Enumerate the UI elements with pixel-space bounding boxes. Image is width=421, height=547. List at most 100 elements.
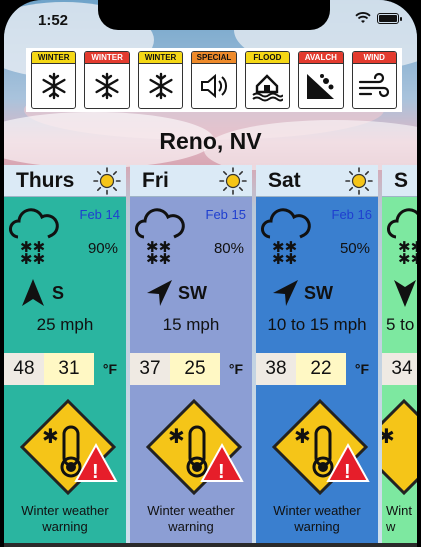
day-name: S xyxy=(394,168,409,192)
wind-arrow-icon xyxy=(147,280,172,306)
temperature-row: 38 22 °F xyxy=(256,353,378,385)
snowflake-icon xyxy=(148,72,173,100)
temp-low: 25 xyxy=(170,353,220,385)
warning-text: Winter weather warning xyxy=(256,503,378,535)
cloud-snow-icon: ✱✱✱✱ xyxy=(387,208,417,265)
svg-text:!: ! xyxy=(218,461,225,483)
wind-icon xyxy=(359,72,390,98)
wind-speed: 5 to xyxy=(386,315,415,334)
app-screen: 1:52 WINTER WINTER WINTER SPECIAL FLOOD xyxy=(4,0,417,547)
day-column-thurs[interactable]: Thurs ✱✱ ✱✱ Feb 14 90% S 25 mph 48 31 °F … xyxy=(4,165,126,547)
precip-chance: 80% xyxy=(213,240,244,257)
warning-line-2: warning xyxy=(42,519,88,534)
day-body: ✱✱ ✱✱ Feb 16 50% SW 10 to 15 mph 38 22 °F… xyxy=(256,197,378,547)
alert-avalanche[interactable]: AVALCH xyxy=(298,51,344,109)
day-body: ✱✱ ✱✱ Feb 14 90% S 25 mph 48 31 °F ✱ ! W… xyxy=(4,197,126,547)
temp-low: 31 xyxy=(44,353,94,385)
winter-warning-icon[interactable]: ✱ xyxy=(382,397,417,497)
day-column-partial[interactable]: S ✱✱ ✱✱ 5 to 34 ✱ Wint w xyxy=(382,165,417,547)
temp-unit: °F xyxy=(102,361,118,377)
cloud-snow-icon: ✱✱✱✱ xyxy=(135,208,185,265)
precip-chance: 90% xyxy=(87,240,118,257)
day-name: Sat xyxy=(268,168,301,192)
forecast-date: Feb 15 xyxy=(205,207,246,222)
day-name: Thurs xyxy=(16,168,75,192)
wifi-icon xyxy=(355,12,371,23)
wind-speed: 25 mph xyxy=(36,315,94,334)
wind-arrow-icon xyxy=(22,279,44,306)
alert-winter-1[interactable]: WINTER xyxy=(31,51,77,109)
wind-speed: 15 mph xyxy=(162,315,220,334)
svg-text:✱: ✱ xyxy=(382,426,395,448)
alert-winter-2[interactable]: WINTER xyxy=(84,51,130,109)
alert-label: WINTER xyxy=(85,52,129,64)
temp-unit: °F xyxy=(228,361,244,377)
cloud-snow-icon: ✱✱✱✱ xyxy=(261,208,311,265)
warning-line-2: warning xyxy=(294,519,340,534)
cloud-snow-icon: ✱✱✱✱ xyxy=(9,208,59,265)
status-time: 1:52 xyxy=(38,12,69,29)
wind-arrow-icon xyxy=(394,280,416,307)
alert-wind[interactable]: WIND xyxy=(351,51,397,109)
warning-line-2: w xyxy=(386,519,396,534)
bottom-divider xyxy=(4,543,417,547)
day-column-fri[interactable]: Fri ✱✱ ✱✱ Feb 15 80% SW 15 mph 37 25 °F ✱ xyxy=(130,165,252,547)
temp-high: 38 xyxy=(256,353,296,385)
forecast-date: Feb 14 xyxy=(79,207,120,222)
device-notch xyxy=(98,0,330,30)
city-title: Reno, NV xyxy=(159,128,262,154)
temp-high: 48 xyxy=(4,353,44,385)
svg-text:✱✱: ✱✱ xyxy=(146,251,171,265)
day-header: Fri xyxy=(130,165,252,197)
alert-winter-3[interactable]: WINTER xyxy=(137,51,184,109)
warning-line-2: warning xyxy=(168,519,214,534)
svg-text:!: ! xyxy=(344,461,351,483)
status-icons xyxy=(355,12,402,24)
sun-icon xyxy=(93,166,121,195)
snowflake-icon xyxy=(95,72,119,100)
warning-line-1: Wint xyxy=(386,503,412,518)
svg-text:✱✱: ✱✱ xyxy=(272,251,297,265)
snowflake-icon xyxy=(42,72,66,100)
forecast-row[interactable]: Thurs ✱✱ ✱✱ Feb 14 90% S 25 mph 48 31 °F … xyxy=(4,165,417,547)
temperature-row: 48 31 °F xyxy=(4,353,126,385)
speaker-icon xyxy=(200,73,228,99)
warning-line-1: Winter weather xyxy=(273,503,361,518)
warning-line-1: Winter weather xyxy=(147,503,235,518)
warning-text: Winter weather warning xyxy=(130,503,252,535)
warning-line-1: Winter weather xyxy=(21,503,109,518)
wind-arrow-icon xyxy=(273,280,298,306)
temp-low: 22 xyxy=(296,353,346,385)
day-header: Thurs xyxy=(4,165,126,197)
wind-direction: SW xyxy=(304,283,333,303)
forecast-date: Feb 16 xyxy=(331,207,372,222)
sun-icon xyxy=(345,166,373,195)
alert-label: AVALCH xyxy=(299,52,343,64)
warning-text: Wint w xyxy=(382,503,417,535)
temperature-row: 34 xyxy=(382,353,417,385)
flood-house-icon xyxy=(252,74,284,102)
day-name: Fri xyxy=(142,168,169,192)
battery-icon xyxy=(377,12,402,24)
svg-text:✱: ✱ xyxy=(42,426,59,448)
temp-high: 37 xyxy=(130,353,170,385)
avalanche-icon xyxy=(306,74,334,99)
alert-special[interactable]: SPECIAL xyxy=(191,51,237,109)
svg-text:✱✱: ✱✱ xyxy=(398,251,417,265)
wind-direction: S xyxy=(52,283,65,303)
svg-text:✱✱: ✱✱ xyxy=(20,251,45,265)
alert-label: SPECIAL xyxy=(192,52,236,64)
svg-text:!: ! xyxy=(92,461,99,483)
wind-speed: 10 to 15 mph xyxy=(267,315,367,334)
winter-warning-icon[interactable]: ✱ ! xyxy=(16,397,120,497)
winter-warning-icon[interactable]: ✱ ! xyxy=(268,397,372,497)
svg-text:✱: ✱ xyxy=(168,426,185,448)
winter-warning-icon[interactable]: ✱ ! xyxy=(142,397,246,497)
day-header: S xyxy=(382,165,417,197)
alert-label: FLOOD xyxy=(245,52,290,64)
alert-label: WIND xyxy=(352,52,396,64)
precip-chance: 50% xyxy=(339,240,370,257)
day-header: Sat xyxy=(256,165,378,197)
alert-flood[interactable]: FLOOD xyxy=(244,51,291,109)
day-column-sat[interactable]: Sat ✱✱ ✱✱ Feb 16 50% SW 10 to 15 mph 38 2… xyxy=(256,165,378,547)
